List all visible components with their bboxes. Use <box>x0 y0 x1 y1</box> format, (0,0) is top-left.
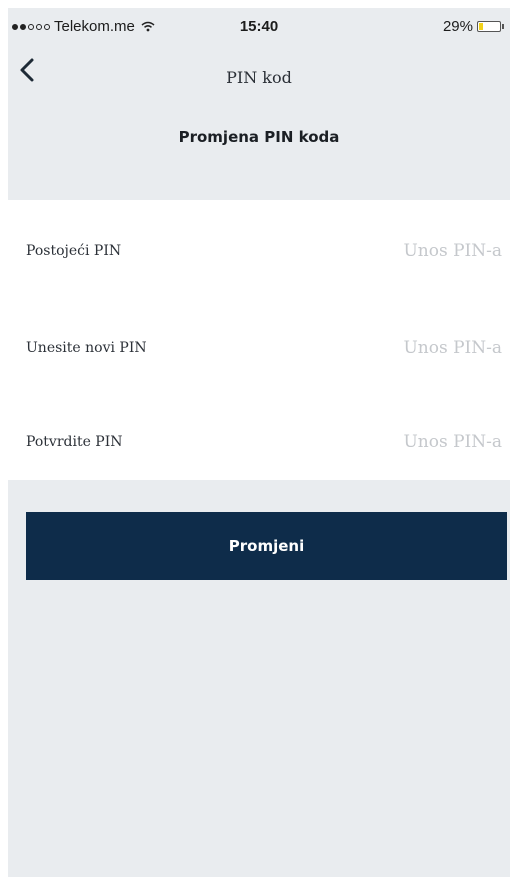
battery-icon <box>477 21 501 32</box>
status-right: 29% <box>443 18 504 35</box>
current-pin-row: Postojeći PIN <box>8 231 510 271</box>
confirm-pin-label: Potvrdite PIN <box>26 434 123 450</box>
status-bar: Telekom.me 15:40 29% <box>8 8 510 46</box>
pin-form: Postojeći PIN Unesite novi PIN Potvrdite… <box>8 200 510 480</box>
new-pin-label: Unesite novi PIN <box>26 340 147 356</box>
nav-bar: PIN kod <box>8 46 510 98</box>
new-pin-input[interactable] <box>332 338 502 358</box>
battery-tip <box>502 24 504 29</box>
new-pin-row: Unesite novi PIN <box>8 328 510 368</box>
confirm-pin-input[interactable] <box>332 432 502 452</box>
app-screen: Telekom.me 15:40 29% PIN kod Promjena PI… <box>8 8 510 877</box>
battery-fill <box>479 23 484 30</box>
page-title: PIN kod <box>226 68 292 87</box>
section-title: Promjena PIN koda <box>178 128 340 146</box>
change-pin-button[interactable]: Promjeni <box>26 512 507 580</box>
battery-percent: 29% <box>442 18 473 35</box>
confirm-pin-row: Potvrdite PIN <box>8 422 510 462</box>
status-time: 15:40 <box>239 18 279 35</box>
current-pin-label: Postojeći PIN <box>26 243 122 259</box>
current-pin-input[interactable] <box>332 241 502 261</box>
